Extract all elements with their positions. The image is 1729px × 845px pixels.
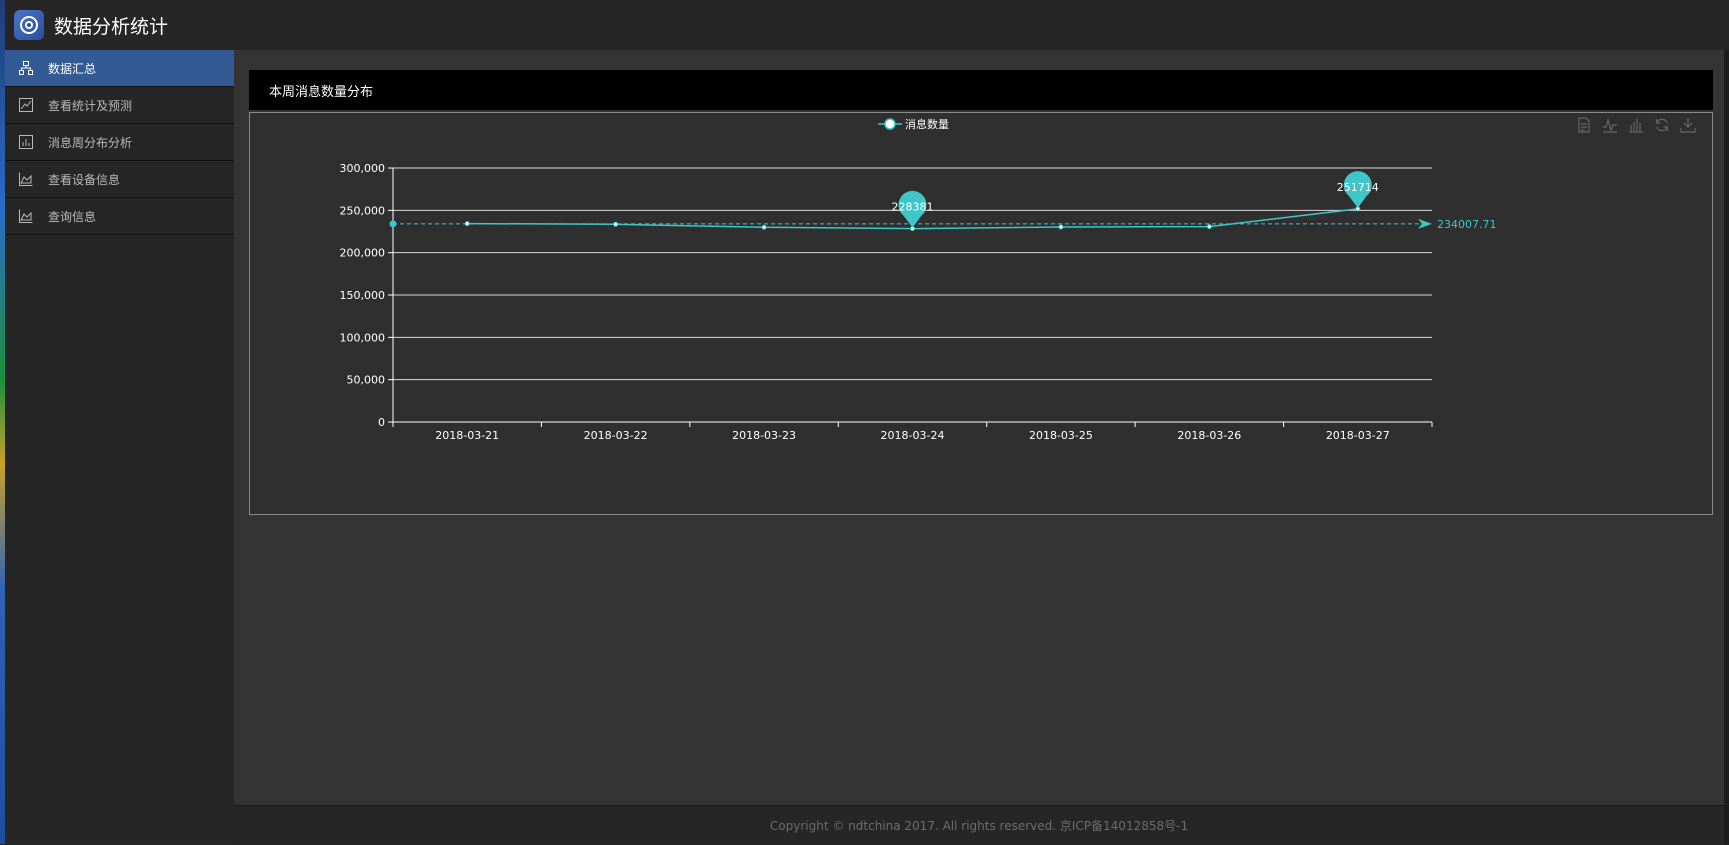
y-tick-label: 300,000 <box>340 162 386 175</box>
y-tick-label: 250,000 <box>340 204 386 217</box>
sidebar-item-data-summary[interactable]: 数据汇总 <box>5 50 234 87</box>
sidebar-item-weekly-distribution[interactable]: 消息周分布分析 <box>5 124 234 161</box>
y-tick-label: 50,000 <box>347 374 386 387</box>
x-tick-label: 2018-03-25 <box>1029 429 1093 442</box>
panel-header: 本周消息数量分布 <box>249 70 1713 110</box>
area-chart-icon <box>18 208 34 224</box>
footer: Copyright © ndtchina 2017. All rights re… <box>234 805 1724 845</box>
y-tick-label: 100,000 <box>340 331 386 344</box>
bar-chart-icon <box>18 134 34 150</box>
sidebar-item-label: 消息周分布分析 <box>48 135 133 150</box>
data-point <box>1206 224 1212 230</box>
data-point <box>1058 224 1064 230</box>
y-tick-label: 150,000 <box>340 289 386 302</box>
area-chart-icon <box>18 171 34 187</box>
app-title: 数据分析统计 <box>54 15 169 38</box>
legend-label: 消息数量 <box>905 117 949 131</box>
line-chart-icon <box>18 97 34 113</box>
sidebar-item-label: 查询信息 <box>48 209 97 224</box>
x-tick-label: 2018-03-24 <box>881 429 945 442</box>
legend-marker <box>884 118 896 130</box>
sidebar-item-stats-forecast[interactable]: 查看统计及预测 <box>5 87 234 124</box>
sidebar-item-device-info[interactable]: 查看设备信息 <box>5 161 234 198</box>
x-tick-label: 2018-03-21 <box>435 429 499 442</box>
mark-point-label: 228381 <box>892 201 934 214</box>
data-point <box>464 221 470 227</box>
app-logo-icon <box>14 10 44 40</box>
panel-title: 本周消息数量分布 <box>269 84 374 100</box>
mark-line-arrow <box>1418 218 1432 229</box>
chart-panel: 消息数量 0 50,000 100,000 150,000 200,000 250,000 3… <box>249 112 1713 515</box>
sidebar-item-label: 数据汇总 <box>48 61 97 76</box>
copyright-text: Copyright © ndtchina 2017. All rights re… <box>769 819 1189 833</box>
y-tick-label: 0 <box>378 416 385 429</box>
sidebar-item-query-info[interactable]: 查询信息 <box>5 198 234 235</box>
x-tick-label: 2018-03-27 <box>1326 429 1390 442</box>
sidebar-item-label: 查看统计及预测 <box>48 98 133 113</box>
window-edge <box>1724 50 1729 844</box>
x-tick-label: 2018-03-22 <box>584 429 648 442</box>
sidebar-item-label: 查看设备信息 <box>48 172 121 187</box>
sidebar: 数据汇总 查看统计及预测 消息周分布分析 查看设备信息 查询信息 <box>5 50 234 844</box>
x-tick-label: 2018-03-23 <box>732 429 796 442</box>
data-point <box>613 221 619 227</box>
x-tick-label: 2018-03-26 <box>1177 429 1241 442</box>
average-mark-label: 234007.71 <box>1437 218 1497 231</box>
sitemap-icon <box>18 60 34 76</box>
line-chart: 消息数量 0 50,000 100,000 150,000 200,000 250,000 3… <box>340 117 1497 442</box>
title-bar: 数据分析统计 <box>5 0 1729 50</box>
main-content: 本周消息数量分布 消息数量 0 50,000 100,000 150,000 200,00… <box>234 50 1724 805</box>
data-point <box>761 224 767 230</box>
mark-point-label: 251714 <box>1337 181 1379 194</box>
y-tick-label: 200,000 <box>340 247 386 260</box>
